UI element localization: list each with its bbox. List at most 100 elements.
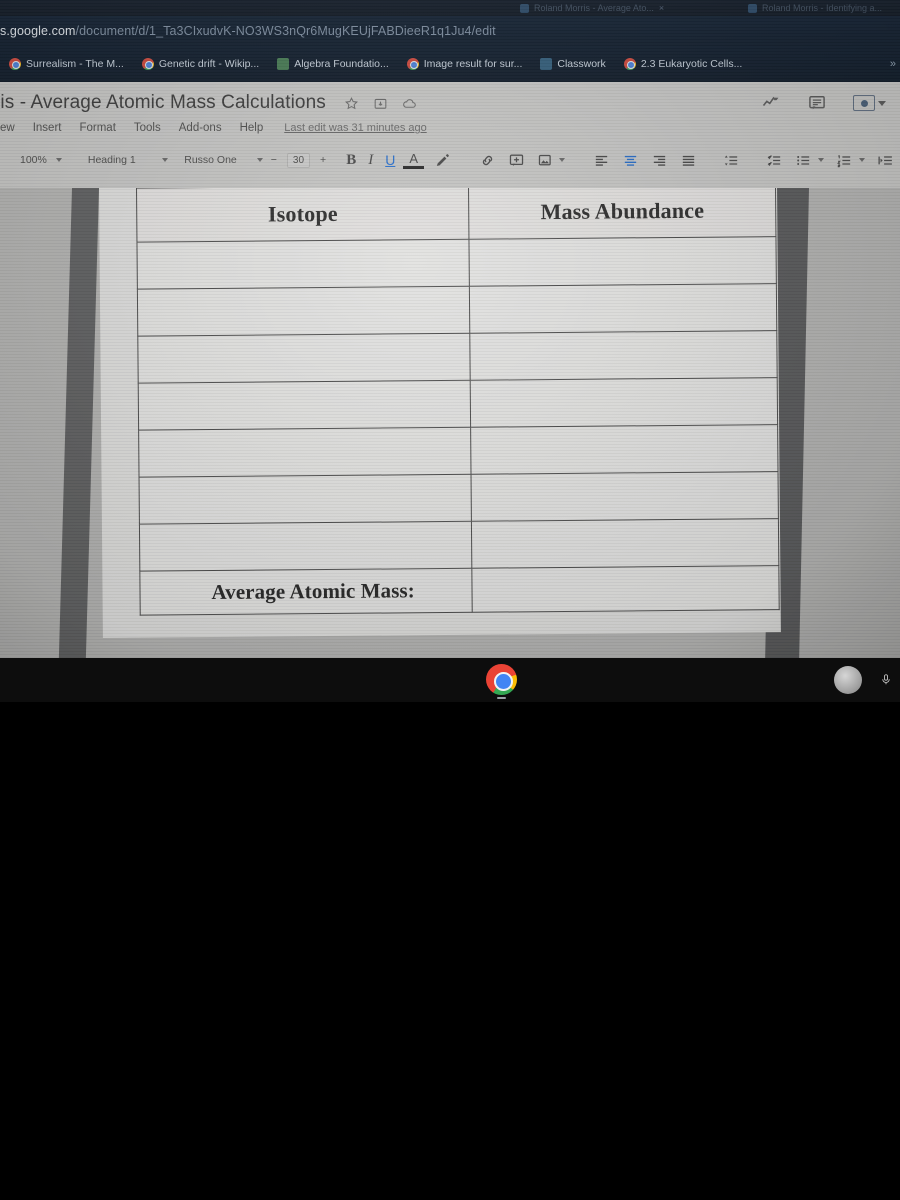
cell-isotope[interactable] — [139, 474, 472, 525]
font-value: Russo One — [184, 154, 237, 166]
bookmark-item[interactable]: 2.3 Eukaryotic Cells... — [615, 58, 752, 70]
add-comment-button[interactable] — [502, 152, 531, 169]
url-path: /document/d/1_Ta3CIxudvK-NO3WS3nQr6MugKE… — [75, 24, 496, 38]
cell-isotope[interactable] — [136, 239, 470, 290]
chrome-launcher-icon[interactable] — [486, 664, 517, 695]
table-row[interactable] — [139, 471, 779, 525]
cell-mass-abundance[interactable] — [470, 424, 779, 475]
table-row[interactable] — [139, 518, 779, 572]
tab-close-icon[interactable]: × — [659, 3, 664, 13]
star-icon[interactable] — [344, 96, 359, 111]
text-color-button[interactable]: A — [403, 152, 424, 169]
menu-tools[interactable]: Tools — [125, 122, 170, 134]
last-edit-status[interactable]: Last edit was 31 minutes ago — [284, 122, 426, 134]
bookmark-item[interactable]: Surrealism - The M... — [0, 58, 133, 70]
align-left-icon — [595, 155, 608, 166]
decrease-font-size-button[interactable]: − — [271, 154, 277, 166]
bulleted-list-button[interactable] — [789, 152, 830, 169]
chrome-icon — [141, 58, 154, 70]
numbered-list-button[interactable] — [830, 152, 871, 169]
browser-tab-2[interactable]: Roland Morris - Identifying a... — [748, 0, 882, 16]
paragraph-style-value: Heading 1 — [87, 154, 136, 166]
font-selector[interactable]: Russo One — [184, 154, 263, 166]
cell-mass-abundance[interactable] — [469, 236, 777, 287]
table-footer-row[interactable]: Average Atomic Mass: — [139, 565, 780, 616]
average-atomic-mass-value[interactable] — [472, 565, 780, 613]
align-left-button[interactable] — [587, 152, 616, 169]
table-row[interactable] — [136, 236, 777, 290]
highlight-pen-button[interactable] — [428, 152, 457, 169]
bookmarks-overflow-icon[interactable]: » — [890, 58, 896, 70]
align-center-button[interactable] — [616, 152, 645, 169]
cell-mass-abundance[interactable] — [470, 330, 778, 381]
insert-link-button[interactable] — [473, 152, 502, 169]
bookmark-item[interactable]: Algebra Foundatio... — [268, 58, 398, 70]
document-title[interactable]: ris - Average Atomic Mass Calculations — [0, 92, 326, 114]
bookmark-item[interactable]: Genetic drift - Wikip... — [133, 58, 268, 70]
omnibox[interactable]: s.google.com/document/d/1_Ta3CIxudvK-NO3… — [0, 16, 900, 46]
cell-isotope[interactable] — [137, 333, 471, 384]
cell-mass-abundance[interactable] — [471, 518, 779, 569]
menu-insert[interactable]: Insert — [24, 122, 71, 134]
bookmark-label: Surrealism - The M... — [26, 58, 124, 70]
comment-plus-icon — [509, 154, 524, 166]
font-size-stepper[interactable]: − 30 + — [271, 152, 326, 168]
table-row[interactable] — [137, 330, 778, 384]
chevron-down-icon[interactable] — [559, 158, 565, 162]
menu-addons[interactable]: Add-ons — [170, 122, 231, 134]
bold-button[interactable]: B — [340, 152, 362, 169]
offline-cloud-icon[interactable] — [402, 96, 417, 111]
table-row[interactable] — [138, 377, 778, 431]
docs-header-actions — [761, 88, 886, 118]
table-row[interactable] — [138, 424, 779, 478]
cell-isotope[interactable] — [137, 286, 471, 337]
document-page[interactable]: Isotope Mass Abundance Average Atomic Ma… — [99, 188, 781, 638]
page-left-shadow — [58, 188, 99, 658]
cell-isotope[interactable] — [138, 427, 472, 478]
comment-icon[interactable] — [807, 93, 827, 113]
italic-button[interactable]: I — [362, 152, 379, 169]
chevron-down-icon[interactable] — [878, 100, 886, 106]
menu-view[interactable]: ew — [0, 122, 24, 134]
underline-button[interactable]: U — [379, 152, 401, 168]
paragraph-style-selector[interactable]: Heading 1 — [87, 154, 169, 166]
font-size-input[interactable]: 30 — [286, 152, 311, 168]
chrome-icon — [9, 58, 21, 70]
url-text: s.google.com/document/d/1_Ta3CIxudvK-NO3… — [0, 24, 496, 38]
align-right-icon — [653, 155, 666, 166]
cell-isotope[interactable] — [138, 380, 471, 431]
line-spacing-icon — [724, 155, 738, 165]
indent-button[interactable] — [871, 152, 900, 169]
bookmark-label: Genetic drift - Wikip... — [158, 58, 260, 70]
menu-help[interactable]: Help — [231, 122, 273, 134]
move-to-folder-icon[interactable] — [373, 96, 388, 111]
table-row[interactable] — [137, 283, 777, 337]
zoom-selector[interactable]: 100% — [20, 154, 62, 166]
browser-tab-strip: Roland Morris - Average Ato... × Roland … — [0, 0, 900, 16]
chevron-down-icon[interactable] — [859, 158, 865, 162]
bookmark-item[interactable]: Image result for sur... — [398, 58, 532, 70]
line-spacing-button[interactable] — [717, 152, 746, 169]
cell-mass-abundance[interactable] — [470, 377, 778, 428]
align-right-button[interactable] — [645, 152, 674, 169]
cell-mass-abundance[interactable] — [471, 471, 779, 522]
cell-mass-abundance[interactable] — [469, 283, 777, 334]
browser-tab-1[interactable]: Roland Morris - Average Ato... × — [520, 0, 664, 16]
checklist-button[interactable] — [760, 152, 789, 169]
isotope-table: Isotope Mass Abundance Average Atomic Ma… — [136, 188, 780, 616]
menu-format[interactable]: Format — [70, 122, 124, 134]
bookmark-item[interactable]: Classwork — [531, 58, 614, 70]
checklist-icon — [767, 154, 781, 166]
chevron-down-icon[interactable] — [818, 158, 824, 162]
user-avatar[interactable] — [834, 666, 862, 694]
increase-font-size-button[interactable]: + — [320, 154, 326, 166]
bookmark-label: Algebra Foundatio... — [294, 58, 389, 70]
microphone-icon[interactable] — [880, 670, 892, 689]
cell-isotope[interactable] — [139, 521, 473, 572]
share-lock-button[interactable] — [853, 95, 886, 111]
editing-mode-icon[interactable] — [761, 93, 781, 113]
chromeos-shelf — [0, 658, 900, 702]
align-justify-button[interactable] — [674, 152, 703, 169]
insert-image-button[interactable] — [531, 152, 571, 169]
highlight-pen-icon — [436, 153, 449, 166]
